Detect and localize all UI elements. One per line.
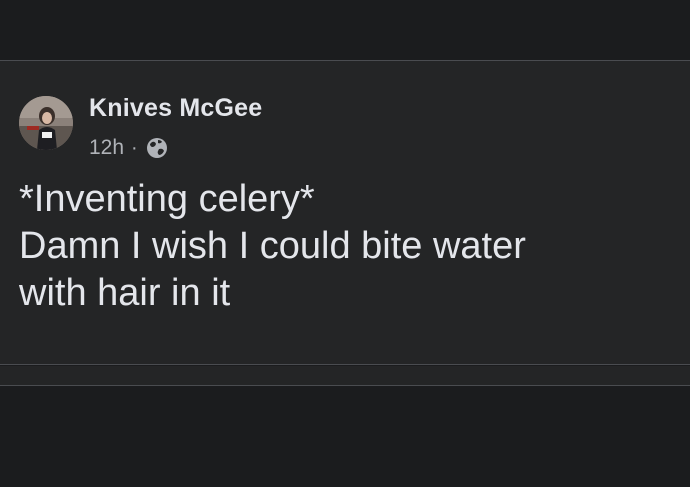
globe-icon[interactable] [146,137,168,159]
post-text-line: Damn I wish I could bite water [19,225,526,267]
bottom-area [0,387,690,487]
post-text-line: with hair in it [19,272,231,314]
author-name[interactable]: Knives McGee [89,94,262,123]
top-bar [0,0,690,60]
lower-divider [0,385,690,386]
separator-band [0,366,690,385]
post-body: *Inventing celery* Damn I wish I could b… [19,176,679,317]
post-meta: 12h · [89,134,168,162]
post-timestamp[interactable]: 12h [89,136,124,160]
post-text-line: *Inventing celery* [19,178,315,220]
author-avatar[interactable] [19,96,73,150]
meta-separator: · [131,136,138,159]
profile-photo-icon [19,96,73,150]
card-bottom-divider [0,364,690,365]
